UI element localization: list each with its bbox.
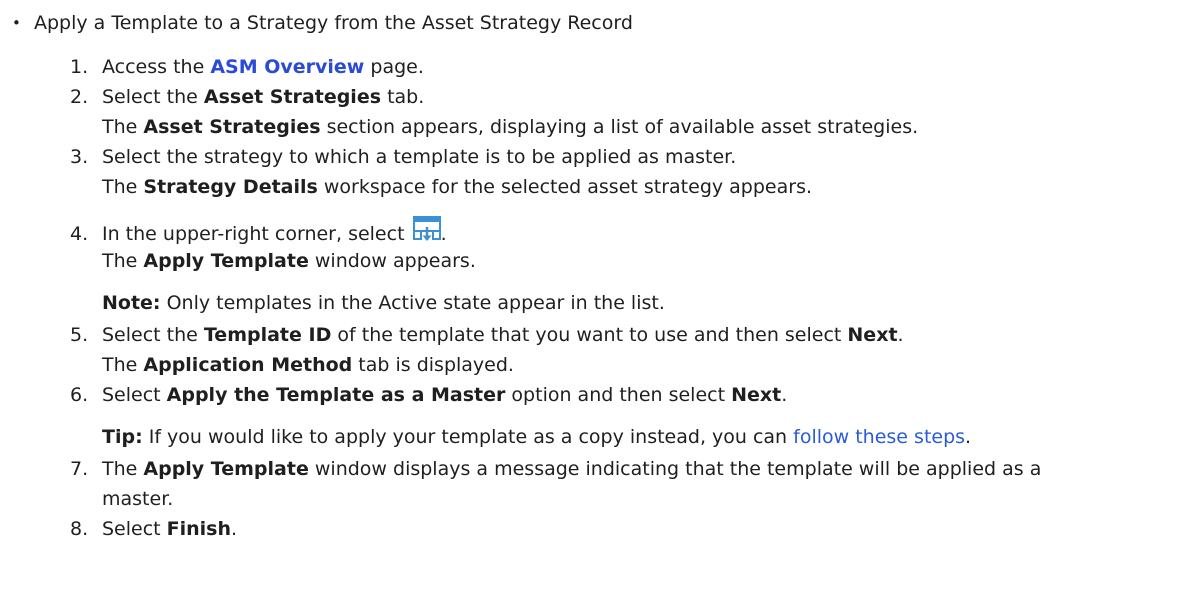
step-2-result: The Asset Strategies section appears, di…: [70, 112, 918, 142]
step-6: 6. Select Apply the Template as a Master …: [70, 380, 787, 410]
step-text: Select: [102, 518, 167, 540]
tip: Tip: If you would like to apply your tem…: [70, 422, 971, 452]
step-bold: Asset Strategies: [203, 86, 382, 108]
result-text: section appears, displaying a list of av…: [320, 116, 919, 138]
result-text: The: [102, 250, 144, 272]
step-number: 2.: [70, 86, 89, 108]
step-number: 8.: [70, 518, 89, 540]
step-text: .: [231, 518, 238, 540]
step-number: 3.: [70, 146, 89, 168]
step-number: 1.: [70, 56, 89, 78]
result-bold: Asset Strategies: [143, 116, 321, 138]
step-number: 5.: [70, 324, 89, 346]
bullet-dot: •: [12, 14, 21, 32]
result-text: window appears.: [308, 250, 476, 272]
result-bold: Strategy Details: [143, 176, 318, 198]
step-7: 7. The Apply Template window displays a m…: [70, 454, 1041, 484]
step-text: The: [102, 458, 144, 480]
step-text: .: [440, 223, 447, 245]
step-4: 4. In the upper-right corner, select .: [70, 216, 447, 246]
step-text: window displays a message indicating tha…: [308, 458, 1042, 480]
result-bold: Application Method: [143, 354, 353, 376]
apply-template-icon[interactable]: [412, 216, 441, 244]
note-label: Note:: [102, 292, 161, 314]
step-bold: Apply Template: [143, 458, 309, 480]
result-text: tab is displayed.: [352, 354, 514, 376]
result-text: The: [102, 354, 144, 376]
tip-text: If you would like to apply your template…: [142, 426, 794, 448]
step-bold: Template ID: [203, 324, 332, 346]
step-3: 3. Select the strategy to which a templat…: [70, 142, 736, 172]
asm-overview-link[interactable]: ASM Overview: [210, 56, 364, 78]
step-bold: Finish: [166, 518, 232, 540]
step-bold: Next: [847, 324, 898, 346]
step-2: 2. Select the Asset Strategies tab.: [70, 82, 424, 112]
tip-label: Tip:: [102, 426, 143, 448]
step-text: option and then select: [505, 384, 732, 406]
step-text: Select the strategy to which a template …: [102, 146, 737, 168]
step-number: 4.: [70, 223, 89, 245]
step-text: Select: [102, 384, 167, 406]
step-bold: Apply the Template as a Master: [166, 384, 506, 406]
tip-text: .: [965, 426, 972, 448]
note-text: Only templates in the Active state appea…: [160, 292, 665, 314]
step-8: 8. Select Finish.: [70, 514, 237, 544]
step-text: .: [897, 324, 904, 346]
step-3-result: The Strategy Details workspace for the s…: [70, 172, 812, 202]
bullet-title: Apply a Template to a Strategy from the …: [34, 12, 633, 34]
result-text: workspace for the selected asset strateg…: [317, 176, 813, 198]
step-text: page.: [364, 56, 424, 78]
step-7-continuation: master.: [70, 484, 173, 514]
step-text: .: [781, 384, 788, 406]
step-text: Access the: [102, 56, 211, 78]
step-number: 6.: [70, 384, 89, 406]
result-bold: Apply Template: [143, 250, 309, 272]
follow-these-steps-link[interactable]: follow these steps: [793, 426, 965, 448]
result-text: The: [102, 176, 144, 198]
step-text: master.: [102, 488, 174, 510]
step-4-result: The Apply Template window appears.: [70, 246, 476, 276]
step-number: 7.: [70, 458, 89, 480]
step-5-result: The Application Method tab is displayed.: [70, 350, 514, 380]
step-bold: Next: [731, 384, 782, 406]
result-text: The: [102, 116, 144, 138]
step-text: Select the: [102, 86, 204, 108]
step-text: In the upper-right corner, select: [102, 223, 411, 245]
step-text: of the template that you want to use and…: [331, 324, 848, 346]
step-text: Select the: [102, 324, 204, 346]
step-5: 5. Select the Template ID of the template…: [70, 320, 904, 350]
step-text: tab.: [381, 86, 425, 108]
note: Note: Only templates in the Active state…: [70, 288, 665, 318]
step-1: 1. Access the ASM Overview page.: [70, 52, 424, 82]
